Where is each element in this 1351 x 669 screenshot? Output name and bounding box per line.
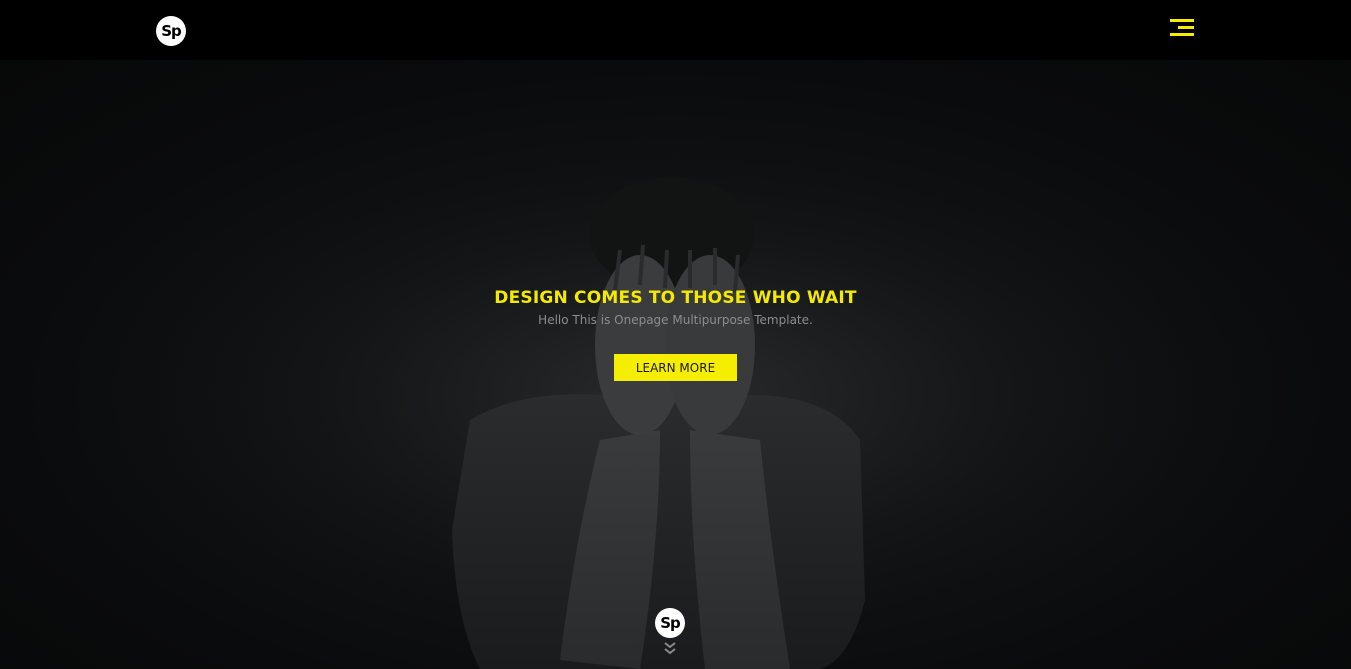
site-logo[interactable]: Sp xyxy=(156,16,186,46)
menu-bar-bottom xyxy=(1170,33,1194,36)
scroll-logo-icon[interactable]: Sp xyxy=(655,608,685,638)
hero-headline: DESIGN COMES TO THOSE WHO WAIT xyxy=(494,288,857,308)
hero-content: DESIGN COMES TO THOSE WHO WAIT Hello Thi… xyxy=(0,0,1351,669)
hamburger-menu-icon[interactable] xyxy=(1168,18,1196,40)
page: Sp DESIGN COMES TO THOSE WHO WAIT Hello … xyxy=(0,0,1351,669)
learn-more-button[interactable]: LEARN MORE xyxy=(614,354,737,381)
double-chevron-down-icon[interactable] xyxy=(662,641,678,657)
menu-bar-top xyxy=(1170,19,1194,22)
hero-subheadline: Hello This is Onepage Multipurpose Templ… xyxy=(538,313,813,327)
menu-bar-middle xyxy=(1178,26,1194,29)
top-navbar: Sp xyxy=(0,0,1351,60)
